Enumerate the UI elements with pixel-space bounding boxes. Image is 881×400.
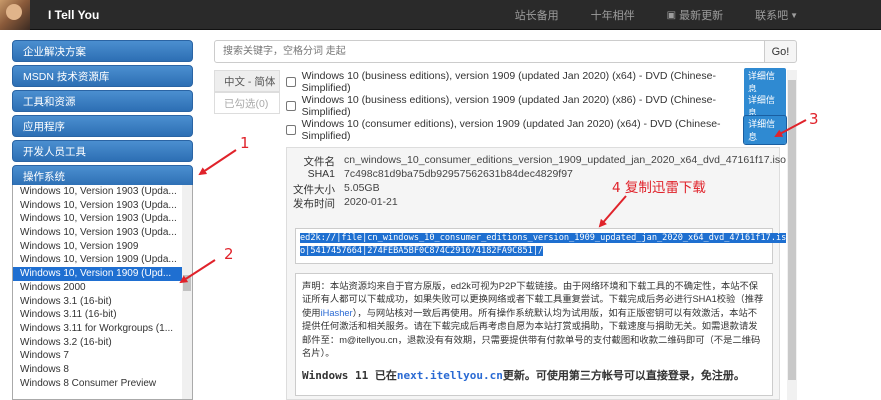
annotation-arrow-1 xyxy=(198,149,237,176)
annotation-3: 3 xyxy=(809,110,819,128)
annotation-2: 2 xyxy=(224,245,234,263)
annotation-arrow-2 xyxy=(179,259,216,284)
annotation-arrow-3 xyxy=(774,119,807,137)
annotation-arrows xyxy=(179,119,807,284)
annotation-arrow-4 xyxy=(598,195,627,228)
annotation-1: 1 xyxy=(240,134,250,152)
annotation-4: 4 复制迅雷下载 xyxy=(612,180,706,196)
